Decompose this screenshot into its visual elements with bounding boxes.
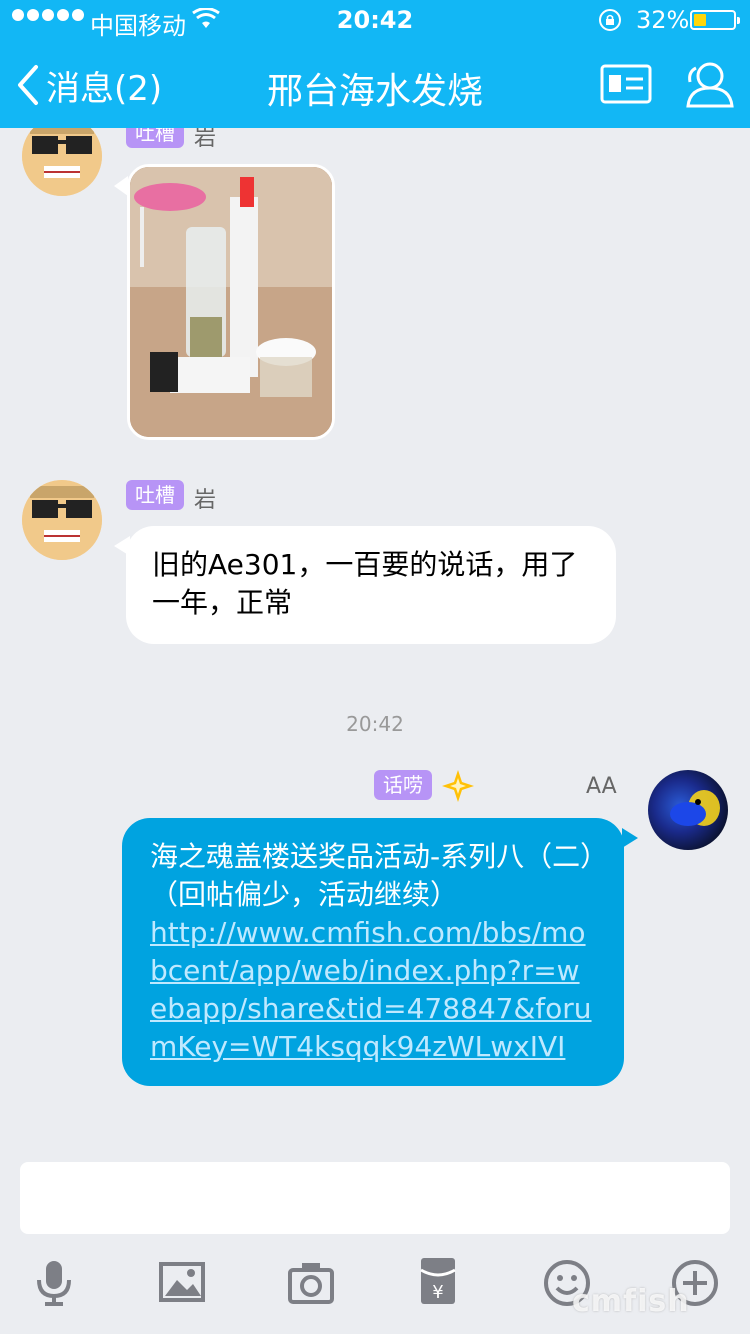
- chevron-left-icon: [18, 65, 38, 105]
- group-card-icon[interactable]: [600, 64, 652, 104]
- image-message[interactable]: [127, 164, 335, 440]
- camera-icon[interactable]: [286, 1258, 336, 1308]
- rotation-lock-icon: [599, 9, 621, 31]
- bubble-tail: [622, 828, 638, 848]
- sender-name: 岩: [194, 128, 217, 151]
- svg-text:¥: ¥: [432, 1282, 443, 1303]
- avatar[interactable]: [22, 480, 102, 560]
- member-tag: 吐槽: [126, 480, 184, 510]
- message-bubble[interactable]: 旧的Ae301，一百要的说话，用了一年，正常: [126, 526, 616, 644]
- sender-name: 岩: [194, 488, 217, 513]
- back-label: 消息(2): [46, 68, 163, 109]
- avatar[interactable]: [22, 128, 102, 196]
- photo-aquarium-skimmer: [130, 167, 332, 437]
- sender-name: AA: [586, 774, 617, 799]
- status-bar: 中国移动 20:42 32%: [0, 0, 750, 40]
- input-area: ¥ cmfish: [0, 1150, 750, 1334]
- mic-icon[interactable]: [29, 1258, 79, 1308]
- group-members-icon[interactable]: [680, 58, 736, 110]
- pixel-face-icon: [22, 480, 102, 560]
- avatar[interactable]: [648, 770, 728, 850]
- watermark: cmfish: [572, 1284, 690, 1319]
- message-text: 海之魂盖楼送奖品活动-系列八（二）（回帖偏少，活动继续）: [150, 840, 595, 911]
- pixel-face-icon: [22, 128, 102, 196]
- battery-icon: [690, 10, 740, 30]
- back-button[interactable]: 消息(2): [14, 60, 162, 110]
- fish-avatar-icon: [670, 790, 720, 826]
- chat-history[interactable]: 吐槽 岩 吐槽 岩 旧的Ae301，一百要的说话，用了一年，正常 20:42 话…: [0, 128, 750, 1150]
- message-input[interactable]: [20, 1162, 730, 1234]
- timestamp-divider: 20:42: [346, 712, 404, 736]
- image-icon[interactable]: [157, 1258, 207, 1308]
- red-packet-icon[interactable]: ¥: [413, 1256, 463, 1306]
- battery-percent: 32%: [636, 6, 690, 34]
- message-link[interactable]: http://www.cmfish.com/bbs/mobcent/app/we…: [150, 914, 596, 1066]
- bubble-tail: [114, 176, 128, 196]
- member-tag: 话唠: [374, 770, 432, 800]
- header-bar: 中国移动 20:42 32% 消息(2) 邢台海水发烧: [0, 0, 750, 128]
- member-tag: 吐槽: [126, 128, 184, 148]
- message-bubble[interactable]: 海之魂盖楼送奖品活动-系列八（二）（回帖偏少，活动继续） http://www.…: [122, 818, 624, 1086]
- star-badge-icon: [442, 770, 474, 802]
